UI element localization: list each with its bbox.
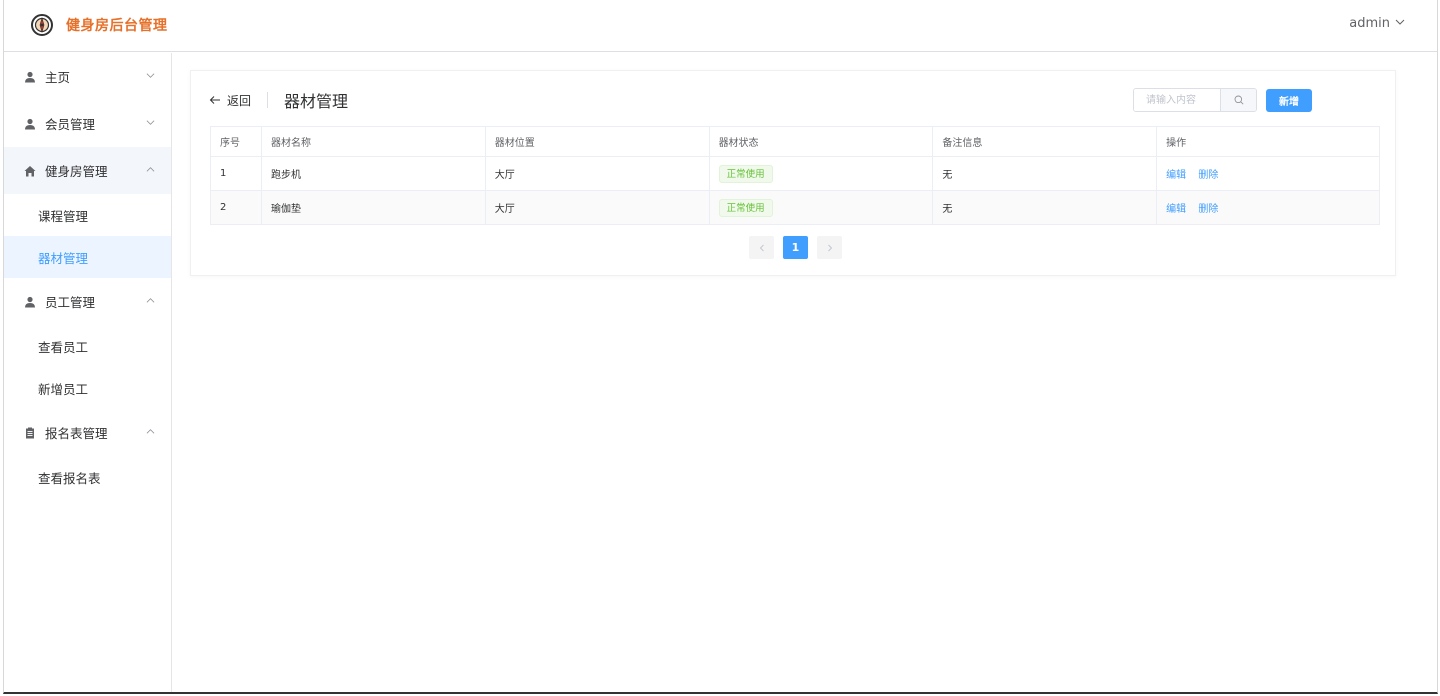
column-header: 序号 [210, 126, 262, 157]
edit-button[interactable]: 编辑 [1166, 170, 1186, 181]
chevron-up-icon [146, 429, 155, 434]
column-header: 器材状态 [708, 126, 934, 157]
page-title: 器材管理 [284, 92, 349, 111]
user-icon [24, 118, 36, 130]
chevron-up-icon [146, 298, 155, 303]
top-header: 健身房后台管理 admin [4, 0, 1437, 52]
clipboard-icon [24, 427, 36, 439]
status-badge: 正常使用 [718, 198, 773, 217]
search-box [1133, 88, 1257, 112]
chevron-down-icon [1395, 16, 1405, 31]
search-icon [1234, 95, 1244, 105]
cell-remark: 无 [932, 190, 1158, 225]
sidebar-group-label: 报名表管理 [45, 426, 108, 441]
cell-name: 跑步机 [260, 156, 486, 191]
sidebar-group-label: 健身房管理 [45, 164, 108, 179]
cell-actions: 编辑 删除 [1156, 156, 1380, 191]
sidebar-item-add-staff[interactable]: 新增员工 [4, 367, 171, 409]
sidebar-group-staff[interactable]: 员工管理 [4, 278, 171, 325]
add-button[interactable]: 新增 [1266, 89, 1312, 112]
status-badge: 正常使用 [718, 164, 773, 183]
cell-actions: 编辑 删除 [1156, 190, 1380, 225]
sidebar-group-label: 主页 [45, 70, 71, 85]
sidebar-group-home[interactable]: 主页 [4, 53, 171, 100]
pagination: 1 [749, 236, 842, 259]
cell-index: 2 [210, 190, 262, 225]
cell-status: 正常使用 [708, 190, 934, 225]
edit-button[interactable]: 编辑 [1166, 204, 1186, 215]
cell-index: 1 [210, 156, 262, 191]
table-row: 2 瑜伽垫 大厅 正常使用 无 编辑 删除 [210, 190, 1380, 225]
chevron-left-icon [759, 244, 764, 251]
sidebar-group-label: 会员管理 [45, 117, 96, 132]
sidebar-group-gym[interactable]: 健身房管理 [4, 147, 171, 194]
prev-page-button[interactable] [749, 236, 774, 259]
column-header: 操作 [1156, 126, 1380, 157]
sidebar-item-courses[interactable]: 课程管理 [4, 194, 171, 236]
user-icon [24, 296, 36, 308]
page-header: 返回 器材管理 [209, 89, 348, 111]
content-card: 返回 器材管理 新增 序号 器材名称 器材位置 器材状态 备注信息 [190, 70, 1396, 276]
app-title: 健身房后台管理 [66, 18, 168, 34]
chevron-down-icon [146, 73, 155, 78]
sidebar-item-view-staff[interactable]: 查看员工 [4, 325, 171, 367]
table-header-row: 序号 器材名称 器材位置 器材状态 备注信息 操作 [210, 126, 1380, 157]
equipment-table: 序号 器材名称 器材位置 器材状态 备注信息 操作 1 跑步机 大厅 正常使用 … [210, 126, 1380, 225]
username: admin [1349, 16, 1390, 31]
cell-location: 大厅 [484, 190, 710, 225]
cell-remark: 无 [932, 156, 1158, 191]
home-icon [24, 165, 36, 177]
app-window: 健身房后台管理 admin 主页 会员管理 健身房管理 课程管理 器材管理 员工… [3, 0, 1438, 694]
search-button[interactable] [1220, 89, 1256, 111]
sidebar-item-equipment[interactable]: 器材管理 [4, 236, 171, 278]
column-header: 备注信息 [932, 126, 1158, 157]
sidebar-menu: 主页 会员管理 健身房管理 课程管理 器材管理 员工管理 查看员工 新增员工 报… [4, 53, 172, 692]
chevron-up-icon [146, 167, 155, 172]
user-menu[interactable]: admin [1349, 16, 1405, 31]
back-button[interactable]: 返回 [209, 92, 251, 109]
cell-name: 瑜伽垫 [260, 190, 486, 225]
column-header: 器材位置 [484, 126, 710, 157]
user-icon [24, 71, 36, 83]
delete-button[interactable]: 删除 [1198, 170, 1218, 181]
column-header: 器材名称 [260, 126, 486, 157]
delete-button[interactable]: 删除 [1198, 204, 1218, 215]
sidebar-group-members[interactable]: 会员管理 [4, 100, 171, 147]
sidebar-item-view-registrations[interactable]: 查看报名表 [4, 456, 171, 498]
page-number-button[interactable]: 1 [783, 236, 808, 259]
cell-location: 大厅 [484, 156, 710, 191]
sidebar-group-registrations[interactable]: 报名表管理 [4, 409, 171, 456]
arrow-left-icon [209, 96, 220, 104]
cell-status: 正常使用 [708, 156, 934, 191]
table-row: 1 跑步机 大厅 正常使用 无 编辑 删除 [210, 156, 1380, 191]
chevron-down-icon [146, 120, 155, 125]
next-page-button[interactable] [817, 236, 842, 259]
search-input[interactable] [1134, 89, 1220, 111]
compass-logo-icon [30, 13, 54, 37]
chevron-right-icon [827, 244, 832, 251]
back-label: 返回 [227, 93, 252, 108]
sidebar-group-label: 员工管理 [45, 295, 96, 310]
divider [267, 92, 269, 108]
